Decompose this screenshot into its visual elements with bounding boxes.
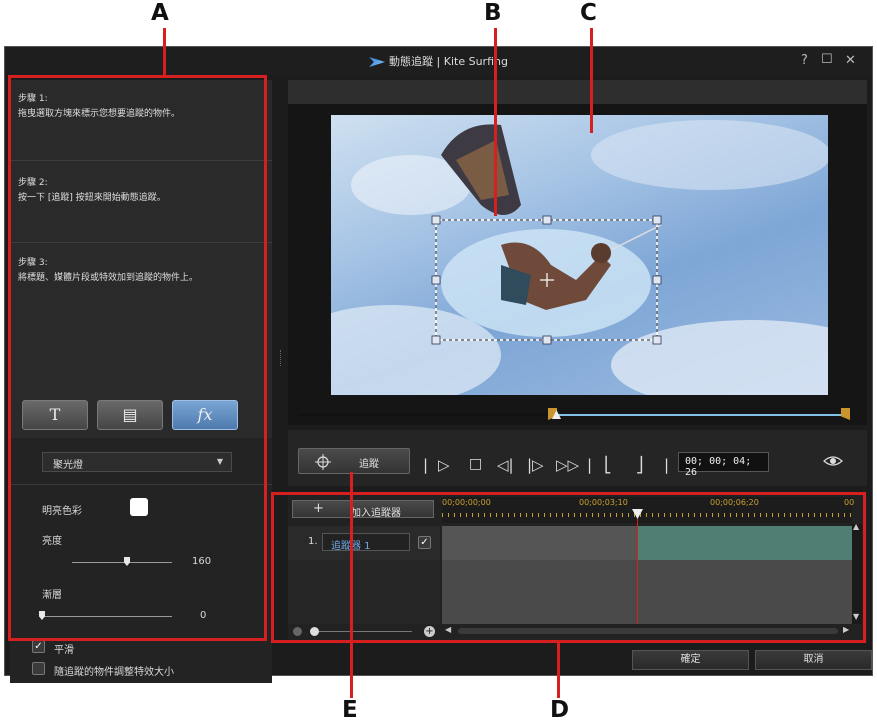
app-logo-icon	[369, 57, 386, 67]
close-icon[interactable]: ✕	[845, 53, 856, 68]
callout-box-d	[271, 492, 866, 643]
callout-line-e	[350, 472, 353, 698]
stop-icon[interactable]: □	[469, 456, 482, 472]
ok-button[interactable]: 確定	[632, 650, 749, 670]
title-bar: 動態追蹤 | Kite Surfing ? ☐ ✕	[5, 47, 872, 75]
callout-label-b: B	[484, 0, 502, 26]
callout-line-c	[590, 28, 593, 133]
callout-label-a: A	[151, 0, 169, 26]
maximize-icon[interactable]: ☐	[821, 52, 833, 67]
crosshair-icon	[315, 454, 331, 470]
track-button[interactable]: 追蹤	[298, 448, 410, 474]
callout-line-d	[557, 643, 560, 698]
timecode-display[interactable]: 00; 00; 04; 26	[678, 452, 769, 478]
callout-line-b	[494, 28, 497, 216]
preview-toolbar	[288, 80, 867, 104]
panel-splitter[interactable]	[280, 350, 284, 366]
previous-frame-icon[interactable]: ◁|	[497, 456, 514, 474]
smooth-checkbox[interactable]: ✓	[32, 640, 45, 653]
help-icon[interactable]: ?	[801, 53, 808, 68]
divider: |	[587, 456, 593, 474]
scrub-track[interactable]	[298, 414, 558, 416]
track-button-label: 追蹤	[359, 459, 379, 470]
callout-label-c: C	[580, 0, 597, 26]
divider: |	[423, 456, 429, 474]
resize-effect-label: 隨追蹤的物件調整特效大小	[54, 667, 174, 678]
fast-forward-icon[interactable]: ▷▷	[556, 456, 579, 474]
window-title: 動態追蹤 | Kite Surfing	[5, 53, 872, 69]
video-preview[interactable]	[331, 115, 828, 395]
video-frame	[331, 120, 828, 395]
tracked-range-bar	[557, 414, 844, 416]
eye-icon[interactable]	[823, 453, 843, 469]
divider: |	[664, 456, 670, 474]
next-frame-icon[interactable]: |▷	[527, 456, 544, 474]
callout-line-a	[163, 28, 166, 76]
callout-label-e: E	[342, 697, 358, 723]
callout-box-a	[8, 75, 267, 641]
timecode-value: 00; 00; 04; 26	[685, 456, 752, 478]
mark-out-icon[interactable]: ⎦	[636, 456, 644, 474]
resize-effect-checkbox[interactable]	[32, 662, 45, 675]
callout-label-d: D	[550, 697, 570, 723]
play-icon[interactable]: ▷	[438, 456, 450, 474]
mark-in-icon[interactable]: ⎣	[604, 456, 612, 474]
cancel-button[interactable]: 取消	[755, 650, 872, 670]
smooth-label: 平滑	[54, 645, 74, 656]
